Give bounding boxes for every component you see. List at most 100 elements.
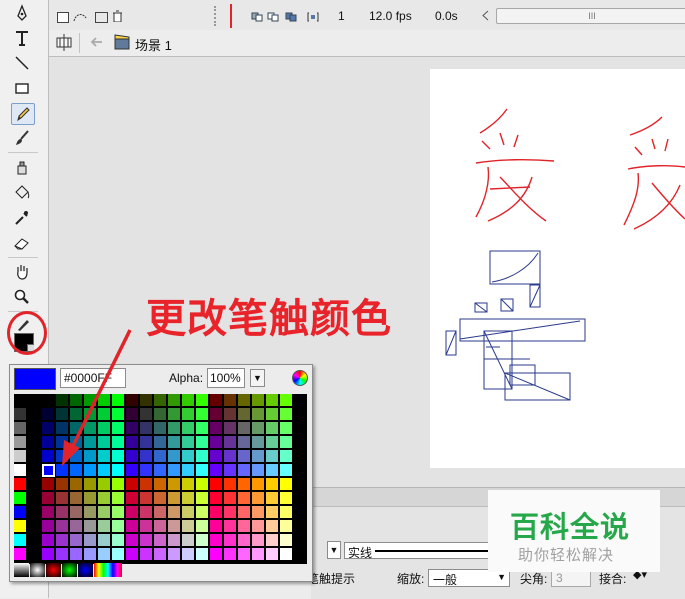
swatch-cell[interactable] (196, 548, 209, 561)
swatch-cell[interactable] (224, 450, 237, 463)
swatch-cell[interactable] (224, 548, 237, 561)
swatch-cell[interactable] (84, 394, 97, 407)
swatch-cell[interactable] (98, 408, 111, 421)
timeline-scrollbar[interactable]: III (496, 8, 685, 24)
swatch-cell[interactable] (280, 450, 293, 463)
swatch-cell[interactable] (266, 506, 279, 519)
swatch-cell[interactable] (140, 436, 153, 449)
swatch-cell[interactable] (112, 492, 125, 505)
motion-guide-icon[interactable] (73, 11, 87, 22)
swatch-cell[interactable] (98, 548, 111, 561)
swatch-cell[interactable] (196, 422, 209, 435)
swatch-cell[interactable] (14, 408, 27, 421)
swatch-cell[interactable] (126, 464, 139, 477)
swatch-cell[interactable] (84, 450, 97, 463)
swatch-cell[interactable] (182, 478, 195, 491)
swatch-cell[interactable] (28, 520, 41, 533)
swatch-cell[interactable] (224, 492, 237, 505)
swatch-cell[interactable] (84, 478, 97, 491)
swatch-cell[interactable] (14, 450, 27, 463)
swatch-cell[interactable] (196, 464, 209, 477)
swatch-cell[interactable] (280, 520, 293, 533)
swatch-cell[interactable] (126, 422, 139, 435)
hand-tool-icon[interactable] (11, 262, 33, 282)
swatch-cell[interactable] (84, 436, 97, 449)
swatch-cell[interactable] (42, 450, 55, 463)
subselection-tool-icon[interactable] (11, 3, 33, 23)
stage-canvas[interactable] (430, 69, 685, 468)
ink-bottle-tool-icon[interactable] (11, 158, 33, 178)
timeline-toggle-icon[interactable] (55, 33, 73, 52)
swatch-cell[interactable] (112, 534, 125, 547)
swatch-cell[interactable] (98, 492, 111, 505)
swatch-cell[interactable] (154, 450, 167, 463)
swatch-cell[interactable] (154, 492, 167, 505)
onion-skin-icon[interactable] (267, 11, 279, 22)
swatch-cell[interactable] (224, 506, 237, 519)
swatch-cell[interactable] (252, 534, 265, 547)
swatch-cell[interactable] (56, 506, 69, 519)
trash-icon[interactable] (112, 10, 123, 23)
swatch-cell[interactable] (98, 436, 111, 449)
rectangle-tool-icon[interactable] (11, 78, 33, 98)
swatch-cell[interactable] (112, 394, 125, 407)
swatch-cell[interactable] (196, 492, 209, 505)
swatch-cell[interactable] (84, 492, 97, 505)
swatch-cell[interactable] (196, 408, 209, 421)
swatch-cell[interactable] (70, 436, 83, 449)
swatch-cell[interactable] (210, 492, 223, 505)
swatch-cell[interactable] (168, 422, 181, 435)
swatch-cell[interactable] (182, 422, 195, 435)
swatch-cell[interactable] (14, 464, 27, 477)
swatch-cell[interactable] (112, 464, 125, 477)
swatch-cell[interactable] (252, 520, 265, 533)
swatch-cell[interactable] (126, 450, 139, 463)
swatch-cell[interactable] (42, 478, 55, 491)
swatch-cell[interactable] (126, 436, 139, 449)
swatch-cell[interactable] (182, 408, 195, 421)
swatch-cell[interactable] (168, 394, 181, 407)
swatch-cell[interactable] (280, 534, 293, 547)
swatch-cell[interactable] (42, 520, 55, 533)
swatch-cell[interactable] (266, 464, 279, 477)
swatch-cell[interactable] (238, 422, 251, 435)
swatch-cell[interactable] (84, 506, 97, 519)
swatch-cell[interactable] (196, 436, 209, 449)
swatch-cell[interactable] (56, 548, 69, 561)
swatch-cell[interactable] (252, 394, 265, 407)
swatch-cell[interactable] (238, 394, 251, 407)
swatch-cell[interactable] (154, 408, 167, 421)
swatch-cell[interactable] (70, 506, 83, 519)
swatch-cell[interactable] (70, 422, 83, 435)
swatch-cell[interactable] (196, 534, 209, 547)
swatch-cell[interactable] (56, 436, 69, 449)
swatch-cell[interactable] (224, 394, 237, 407)
swatch-cell[interactable] (210, 422, 223, 435)
swatch-cell[interactable] (168, 450, 181, 463)
swatch-cell[interactable] (182, 464, 195, 477)
swatch-cell[interactable] (70, 464, 83, 477)
swatch-cell[interactable] (28, 492, 41, 505)
swatch-cell[interactable] (266, 408, 279, 421)
swatch-cell[interactable] (70, 520, 83, 533)
swatch-cell[interactable] (238, 506, 251, 519)
swatch-cell[interactable] (140, 520, 153, 533)
swatch-cell[interactable] (266, 422, 279, 435)
swatch-cell[interactable] (280, 492, 293, 505)
gradient-swatch[interactable] (46, 563, 61, 577)
swatch-cell[interactable] (182, 520, 195, 533)
swatch-cell[interactable] (182, 436, 195, 449)
hex-color-input[interactable]: #0000FF (60, 368, 126, 388)
eyedropper-tool-icon[interactable] (11, 208, 33, 228)
swatch-cell[interactable] (42, 548, 55, 561)
swatch-cell[interactable] (56, 394, 69, 407)
swatch-cell[interactable] (154, 394, 167, 407)
swatch-cell[interactable] (126, 394, 139, 407)
swatch-cell[interactable] (98, 450, 111, 463)
swatch-cell[interactable] (238, 408, 251, 421)
swatch-cell[interactable] (42, 408, 55, 421)
swatch-cell[interactable] (210, 534, 223, 547)
swatch-cell[interactable] (84, 422, 97, 435)
swatch-cell[interactable] (196, 506, 209, 519)
swatch-cell[interactable] (14, 422, 27, 435)
